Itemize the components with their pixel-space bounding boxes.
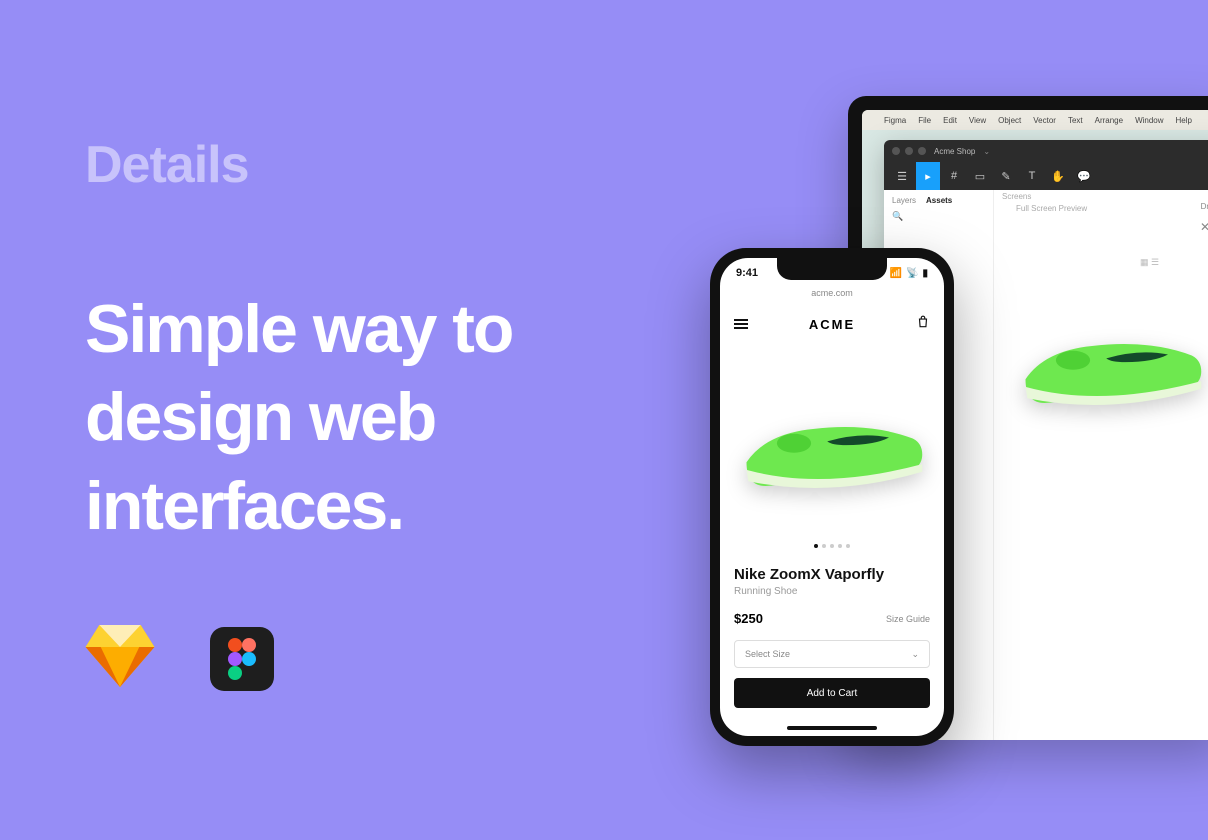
- mac-menu-item[interactable]: Figma: [884, 116, 906, 125]
- product-image[interactable]: [720, 348, 944, 548]
- mac-menu-item[interactable]: View: [969, 116, 986, 125]
- shop-header: ACME: [720, 306, 944, 342]
- chevron-down-icon[interactable]: ⌄: [983, 147, 990, 156]
- canvas-product-image: [1016, 310, 1206, 420]
- view-mode-icons[interactable]: ▦ ☰: [1140, 257, 1159, 268]
- close-icon[interactable]: ✕: [1200, 220, 1208, 234]
- tool-logos-row: [85, 625, 645, 692]
- home-indicator[interactable]: [787, 726, 877, 730]
- add-to-cart-button[interactable]: Add to Cart: [734, 678, 930, 708]
- carousel-dots[interactable]: [720, 544, 944, 548]
- pen-tool-icon[interactable]: ✎: [994, 162, 1018, 190]
- canvas-frame-label: Full Screen Preview: [1016, 204, 1087, 213]
- hero-text-column: Details Simple way to design web interfa…: [85, 135, 645, 692]
- hero-headline: Simple way to design web interfaces.: [85, 285, 645, 550]
- figma-titlebar: Acme Shop ⌄: [884, 140, 1208, 162]
- figma-menu-icon[interactable]: ☰: [890, 162, 914, 190]
- product-category: Running Shoe: [734, 586, 930, 597]
- mac-menu-item[interactable]: Vector: [1033, 116, 1056, 125]
- macos-menubar: Figma File Edit View Object Vector Text …: [862, 110, 1208, 130]
- menu-icon[interactable]: [734, 319, 748, 329]
- signal-icon: 📶: [890, 268, 902, 279]
- figma-file-title: Acme Shop: [934, 147, 975, 156]
- figma-icon: [210, 627, 274, 691]
- browser-url: acme.com: [720, 288, 944, 298]
- search-icon[interactable]: 🔍: [892, 211, 985, 222]
- size-select-placeholder: Select Size: [745, 649, 790, 659]
- move-tool-icon[interactable]: ▸: [916, 162, 940, 190]
- size-select[interactable]: Select Size ⌄: [734, 640, 930, 668]
- mac-menu-item[interactable]: Help: [1176, 116, 1192, 125]
- figma-toolbar: ☰ ▸ # ▭ ✎ T ✋ 💬: [884, 162, 1208, 190]
- mac-menu-item[interactable]: Arrange: [1095, 116, 1123, 125]
- shop-brand: ACME: [809, 317, 855, 332]
- product-info: Nike ZoomX Vaporfly Running Shoe $250 Si…: [734, 566, 930, 708]
- phone-notch: [777, 258, 887, 280]
- frame-tool-icon[interactable]: #: [942, 162, 966, 190]
- chevron-down-icon: ⌄: [911, 649, 919, 660]
- screens-label: Screens: [1002, 192, 1031, 201]
- layers-tab[interactable]: Layers: [892, 196, 916, 205]
- mac-menu-item[interactable]: Edit: [943, 116, 957, 125]
- battery-icon: ▮: [922, 268, 928, 279]
- hand-tool-icon[interactable]: ✋: [1046, 162, 1070, 190]
- figma-canvas[interactable]: Drafts ▦ ☰ Full Screen Preview ✕: [994, 190, 1208, 740]
- mac-menu-item[interactable]: Text: [1068, 116, 1083, 125]
- comment-tool-icon[interactable]: 💬: [1072, 162, 1096, 190]
- sketch-icon: [85, 625, 155, 692]
- text-tool-icon[interactable]: T: [1020, 162, 1044, 190]
- product-name: Nike ZoomX Vaporfly: [734, 566, 930, 583]
- phone-mockup: 9:41 📶 📡 ▮ acme.com ACME: [710, 248, 954, 746]
- wifi-icon: 📡: [906, 268, 918, 279]
- mac-menu-item[interactable]: File: [918, 116, 931, 125]
- assets-tab[interactable]: Assets: [926, 196, 952, 205]
- mac-menu-item[interactable]: Object: [998, 116, 1021, 125]
- cart-icon[interactable]: [916, 314, 930, 335]
- eyebrow-label: Details: [85, 135, 645, 195]
- drafts-label[interactable]: Drafts: [1195, 198, 1208, 218]
- window-traffic-lights[interactable]: [892, 147, 926, 155]
- phone-screen: 9:41 📶 📡 ▮ acme.com ACME: [720, 258, 944, 736]
- status-time: 9:41: [736, 267, 758, 279]
- size-guide-link[interactable]: Size Guide: [886, 614, 930, 624]
- shape-tool-icon[interactable]: ▭: [968, 162, 992, 190]
- product-price: $250: [734, 611, 763, 626]
- mac-menu-item[interactable]: Window: [1135, 116, 1163, 125]
